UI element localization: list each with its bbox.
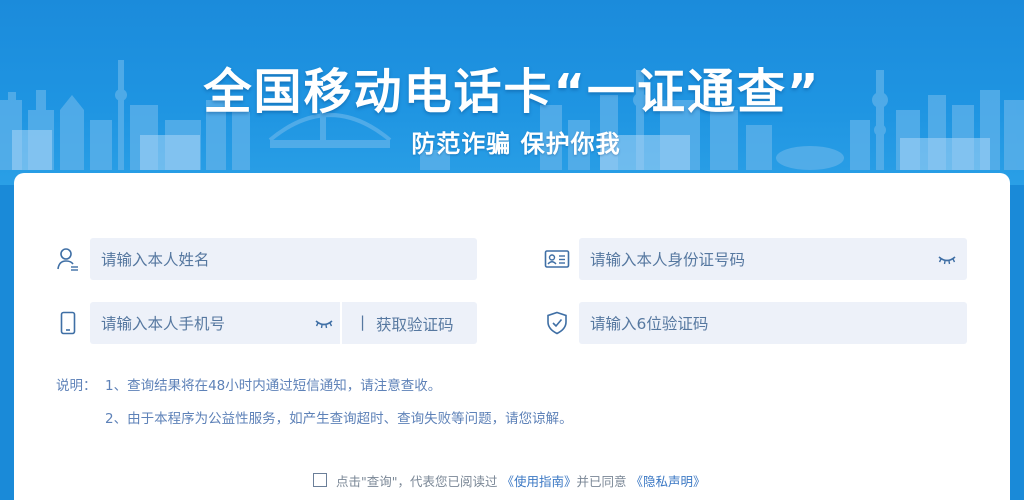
phone-input[interactable]: 请输入本人手机号 | 获取验证码: [90, 302, 477, 344]
field-divider: [340, 302, 342, 344]
name-input[interactable]: 请输入本人姓名: [90, 238, 477, 280]
agreement-text: 点击"查询"，代表您已阅读过 《使用指南》并已同意 《隐私声明》: [336, 471, 706, 490]
agreement-middle: 并已同意: [576, 474, 627, 489]
verification-code-input[interactable]: 请输入6位验证码: [579, 302, 967, 344]
shield-check-icon: [543, 309, 571, 337]
hide-eye-icon[interactable]: [314, 318, 334, 330]
id-number-input-placeholder: 请输入本人身份证号码: [590, 251, 746, 269]
privacy-statement-link[interactable]: 《隐私声明》: [631, 474, 706, 489]
verification-code-placeholder: 请输入6位验证码: [590, 315, 709, 333]
note-item-2: 2、由于本程序为公益性服务，如产生查询超时、查询失败等问题，请您谅解。: [105, 411, 573, 427]
phone-input-placeholder: 请输入本人手机号: [101, 315, 226, 333]
header-banner: 全国移动电话卡“一证通查” 防范诈骗 保护你我: [0, 0, 1024, 185]
note-item-1: 1、查询结果将在48小时内通过短信通知，请注意查收。: [105, 378, 442, 394]
name-input-placeholder: 请输入本人姓名: [101, 251, 210, 269]
page-subtitle: 防范诈骗 保护你我: [411, 130, 621, 158]
hide-eye-icon[interactable]: [937, 254, 957, 266]
mobile-phone-icon: [54, 309, 82, 337]
id-card-icon: [543, 245, 571, 273]
page-title: 全国移动电话卡“一证通查”: [203, 64, 821, 120]
id-number-input[interactable]: 请输入本人身份证号码: [579, 238, 967, 280]
agreement-prefix: 点击"查询"，代表您已阅读过: [336, 474, 498, 489]
user-icon: [54, 245, 82, 273]
get-code-button[interactable]: 获取验证码: [376, 313, 454, 335]
usage-guide-link[interactable]: 《使用指南》: [501, 474, 576, 489]
agree-checkbox[interactable]: [313, 473, 327, 487]
notes-label: 说明：: [56, 378, 97, 394]
code-separator: |: [360, 313, 366, 331]
